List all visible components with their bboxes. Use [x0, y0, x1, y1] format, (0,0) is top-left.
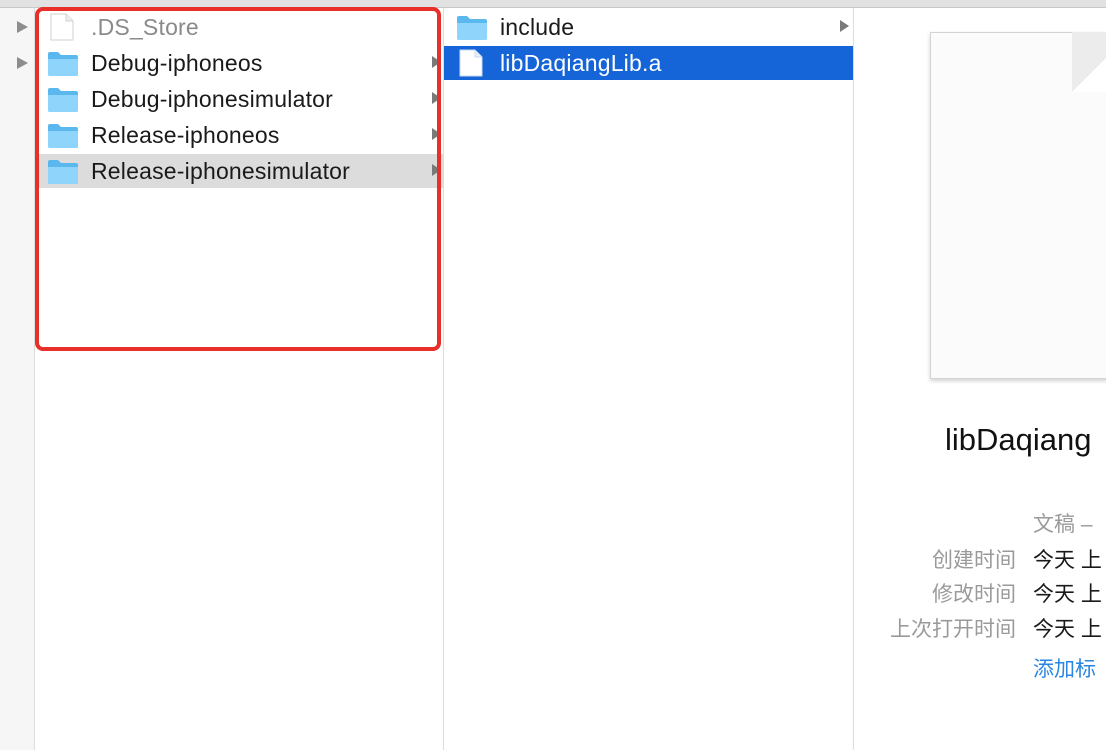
item-label: .DS_Store	[91, 14, 199, 40]
browser-column-builds[interactable]: .DS_Store Debug-iphoneos Debug-iphonesim…	[35, 8, 444, 750]
page-fold	[1072, 32, 1106, 92]
disclosure-arrow-icon	[432, 128, 441, 140]
modified-label: 修改时间	[932, 583, 1016, 606]
preview-filename: libDaqiang	[945, 422, 1092, 457]
list-item-release-iphonesimulator[interactable]: Release-iphonesimulator	[35, 154, 443, 188]
list-item-release-iphoneos[interactable]: Release-iphoneos	[35, 118, 443, 152]
list-item-debug-iphonesimulator[interactable]: Debug-iphonesimulator	[35, 82, 443, 116]
folder-icon	[47, 49, 79, 82]
document-icon	[456, 49, 486, 82]
disclosure-arrow-icon[interactable]	[17, 21, 28, 33]
preview-pane: libDaqiang 文稿 – 创建时间 今天 上 修改时间 今天 上 上次打开…	[854, 8, 1106, 750]
list-item-ds-store[interactable]: .DS_Store	[35, 10, 443, 44]
item-label: Release-iphoneos	[91, 122, 280, 148]
browser-column-parent[interactable]	[0, 8, 35, 750]
list-item-include[interactable]: include	[444, 10, 853, 44]
last-opened-value: 今天 上	[1033, 618, 1102, 641]
list-item-debug-iphoneos[interactable]: Debug-iphoneos	[35, 46, 443, 80]
document-icon	[47, 13, 77, 46]
item-label: Release-iphonesimulator	[91, 158, 351, 184]
item-label: include	[500, 14, 575, 40]
document-preview-icon	[930, 32, 1106, 379]
modified-value: 今天 上	[1033, 583, 1102, 606]
folder-icon	[47, 85, 79, 118]
browser-column-release-iphonesimulator[interactable]: include libDaqiangLib.a	[444, 8, 854, 750]
last-opened-label: 上次打开时间	[890, 618, 1016, 641]
disclosure-arrow-icon	[432, 92, 441, 104]
created-value: 今天 上	[1033, 549, 1102, 572]
item-label: Debug-iphonesimulator	[91, 86, 334, 112]
folder-icon	[47, 157, 79, 190]
add-tags-link[interactable]: 添加标	[1033, 653, 1096, 683]
disclosure-arrow-icon	[840, 20, 849, 32]
folder-icon	[456, 13, 488, 46]
disclosure-arrow-icon	[432, 164, 441, 176]
disclosure-arrow-icon	[432, 56, 441, 68]
created-label: 创建时间	[932, 549, 1016, 572]
window-top-edge	[0, 0, 1106, 8]
item-label: libDaqiangLib.a	[500, 50, 662, 76]
folder-icon	[47, 121, 79, 154]
list-item-libdaqianglib[interactable]: libDaqiangLib.a	[444, 46, 853, 80]
preview-kind: 文稿 –	[1033, 513, 1093, 536]
disclosure-arrow-icon[interactable]	[17, 57, 28, 69]
item-label: Debug-iphoneos	[91, 50, 263, 76]
